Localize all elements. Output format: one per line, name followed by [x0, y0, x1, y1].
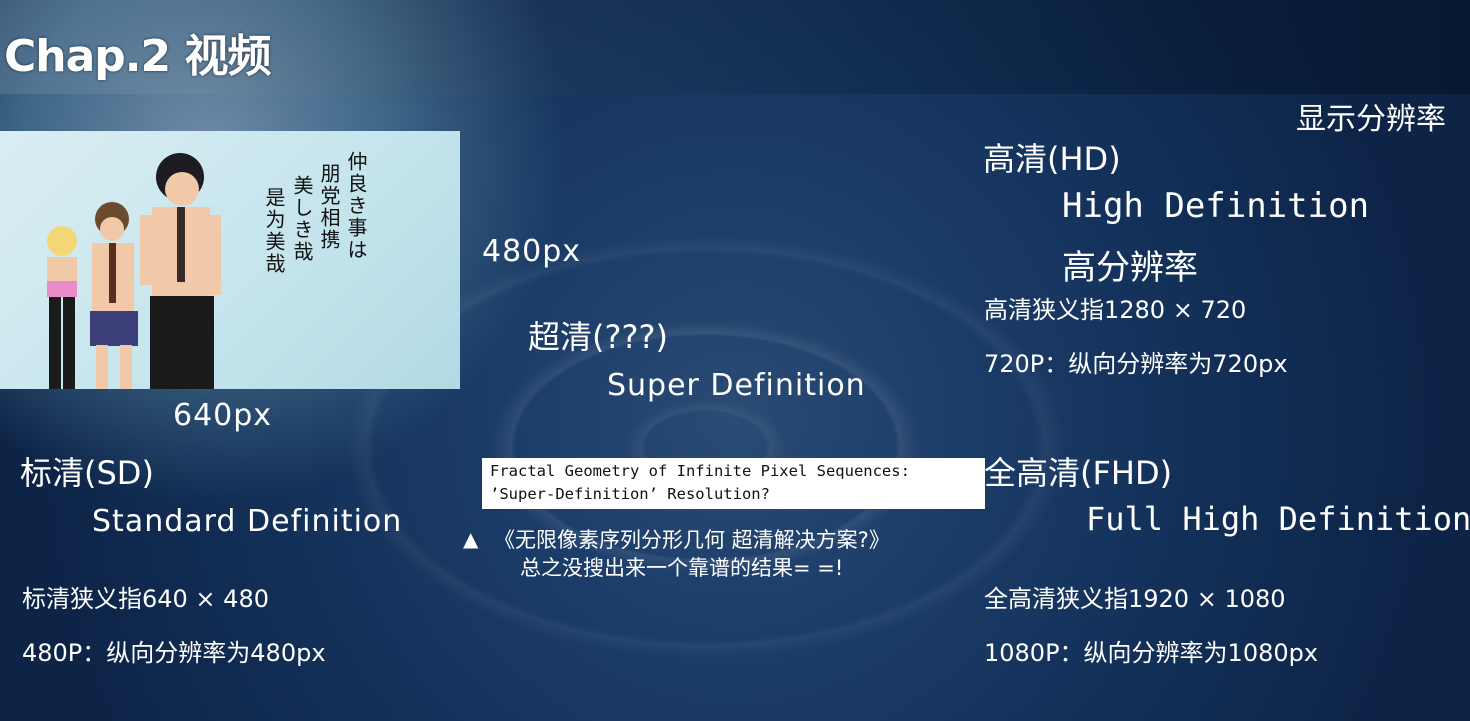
sd-progressive: 480P：纵向分辨率为480px [22, 639, 326, 667]
fhd-english-name: Full High Definition [1086, 500, 1470, 538]
note-box-line-1: Fractal Geometry of Infinite Pixel Seque… [490, 462, 910, 480]
fhd-resolution: 全高清狭义指1920 × 1080 [984, 585, 1286, 613]
hd-progressive: 720P：纵向分辨率为720px [984, 350, 1288, 378]
hd-resolution: 高清狭义指1280 × 720 [984, 296, 1247, 324]
sd-width-label: 640px [173, 398, 273, 433]
thumbnail-caption-4: 是为美哉 [262, 187, 286, 275]
up-triangle-icon: ▲ [463, 527, 479, 551]
sd-heading: 标清(SD) [20, 454, 154, 492]
display-resolution-label: 显示分辨率 [1296, 102, 1446, 137]
fhd-heading: 全高清(FHD) [984, 454, 1173, 492]
hd-heading: 高清(HD) [983, 140, 1121, 178]
super-heading: 超清(???) [528, 318, 668, 356]
thumbnail-caption-2: 朋党相携 [317, 163, 341, 251]
super-note-line-2: 总之没搜出来一个靠谱的结果= =! [520, 556, 844, 580]
hd-english-name: High Definition [1062, 186, 1370, 226]
sd-resolution: 标清狭义指640 × 480 [22, 585, 269, 613]
super-english-name: Super Definition [607, 368, 866, 403]
thumbnail-caption-3: 美しき哉 [290, 175, 314, 263]
anime-characters-illustration [47, 153, 221, 389]
super-definition-note-box: Fractal Geometry of Infinite Pixel Seque… [482, 458, 985, 509]
thumbnail-caption-1: 仲良き事は [344, 151, 368, 261]
sd-height-label: 480px [482, 234, 582, 269]
anime-thumbnail: 仲良き事は 朋党相携 美しき哉 是为美哉 [0, 131, 460, 389]
sd-english-name: Standard Definition [92, 504, 403, 539]
slide-title: Chap.2 视频 [4, 31, 271, 82]
note-box-line-2: ’Super-Definition’ Resolution? [490, 485, 770, 503]
fhd-progressive: 1080P：纵向分辨率为1080px [984, 639, 1319, 667]
super-note-line-1: 《无限像素序列分形几何 超清解决方案?》 [494, 528, 890, 552]
hd-chinese-name: 高分辨率 [1062, 248, 1198, 288]
